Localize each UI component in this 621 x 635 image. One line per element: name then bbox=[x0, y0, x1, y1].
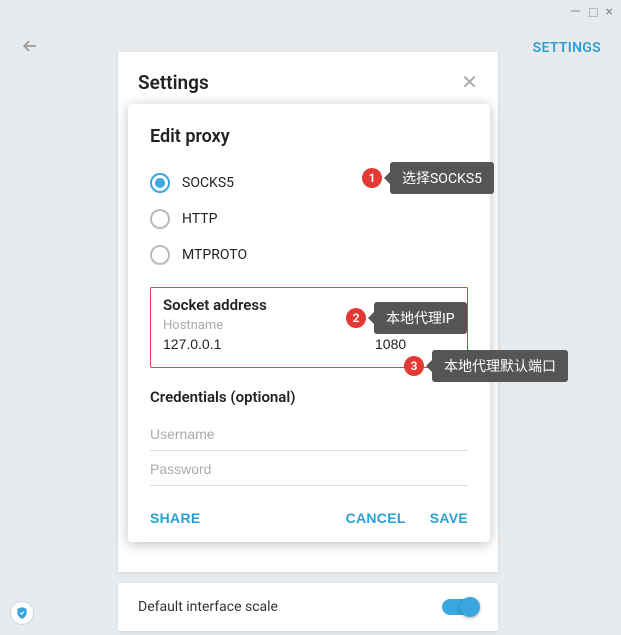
modal-title: Edit proxy bbox=[150, 126, 468, 147]
credentials-title: Credentials (optional) bbox=[150, 388, 468, 406]
callout-text: 本地代理默认端口 bbox=[432, 350, 568, 382]
callout-text: 选择SOCKS5 bbox=[390, 162, 494, 194]
modal-actions: SHARE CANCEL SAVE bbox=[150, 510, 468, 526]
callout-badge: 2 bbox=[346, 308, 366, 328]
callout-text: 本地代理IP bbox=[374, 302, 467, 334]
interface-scale-toggle[interactable] bbox=[442, 599, 478, 615]
cancel-button[interactable]: CANCEL bbox=[346, 510, 406, 526]
callout-3: 3 本地代理默认端口 bbox=[404, 350, 568, 382]
radio-icon bbox=[150, 245, 170, 265]
settings-link[interactable]: SETTINGS bbox=[533, 40, 601, 56]
username-input[interactable] bbox=[150, 416, 468, 451]
radio-icon bbox=[150, 173, 170, 193]
password-input[interactable] bbox=[150, 451, 468, 486]
hostname-label: Hostname bbox=[163, 318, 355, 333]
settings-title: Settings bbox=[138, 71, 209, 94]
close-window-icon[interactable]: × bbox=[606, 4, 613, 21]
radio-icon bbox=[150, 209, 170, 229]
close-icon[interactable]: ✕ bbox=[461, 70, 478, 94]
shield-badge-icon bbox=[10, 601, 34, 625]
callout-badge: 1 bbox=[362, 168, 382, 188]
radio-label: HTTP bbox=[182, 211, 217, 227]
minimize-icon[interactable]: — bbox=[570, 4, 581, 21]
callout-badge: 3 bbox=[404, 356, 424, 376]
radio-label: MTPROTO bbox=[182, 247, 247, 263]
save-button[interactable]: SAVE bbox=[430, 510, 468, 526]
interface-scale-row: Default interface scale bbox=[118, 583, 498, 631]
interface-scale-label: Default interface scale bbox=[138, 599, 278, 615]
callout-1: 1 选择SOCKS5 bbox=[362, 162, 494, 194]
radio-http[interactable]: HTTP bbox=[150, 201, 468, 237]
callout-2: 2 本地代理IP bbox=[346, 302, 467, 334]
radio-mtproto[interactable]: MTPROTO bbox=[150, 237, 468, 273]
share-button[interactable]: SHARE bbox=[150, 510, 201, 526]
hostname-field[interactable]: Hostname bbox=[163, 318, 355, 355]
hostname-input[interactable] bbox=[163, 333, 355, 355]
maximize-icon[interactable]: □ bbox=[589, 4, 597, 21]
radio-label: SOCKS5 bbox=[182, 175, 234, 191]
back-arrow-icon[interactable] bbox=[20, 36, 40, 61]
